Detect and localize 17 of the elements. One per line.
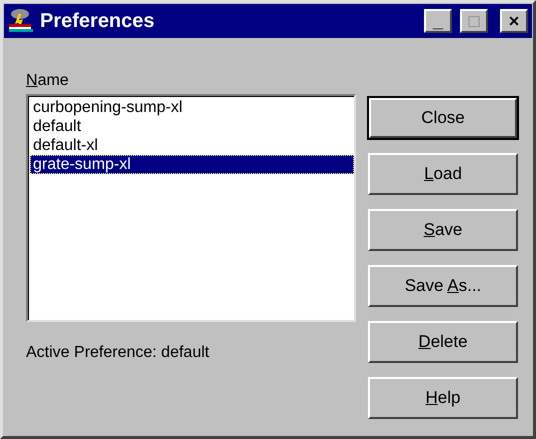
active-preference-text: Active Preference: default (26, 344, 210, 362)
close-button[interactable]: × (500, 9, 528, 33)
dialog-button[interactable]: Load (368, 153, 518, 195)
minimize-button[interactable]: _ (424, 9, 452, 33)
dialog-button[interactable]: Save As... (368, 265, 518, 307)
dialog-button[interactable]: Help (368, 377, 518, 419)
dialog-button[interactable]: Save (368, 209, 518, 251)
app-icon (8, 8, 34, 34)
list-label: Name (26, 72, 70, 90)
list-item[interactable]: default (30, 117, 354, 136)
preference-list[interactable]: curbopening-sump-xl default default-xl grate-sump-xl (26, 94, 356, 322)
window-title: Preferences (40, 10, 156, 32)
dialog-button[interactable]: Close (368, 97, 518, 139)
list-item[interactable]: curbopening-sump-xl (30, 98, 354, 117)
list-item[interactable]: grate-sump-xl (30, 155, 354, 174)
list-item[interactable]: default-xl (30, 136, 354, 155)
dialog-button[interactable]: Delete (368, 321, 518, 363)
